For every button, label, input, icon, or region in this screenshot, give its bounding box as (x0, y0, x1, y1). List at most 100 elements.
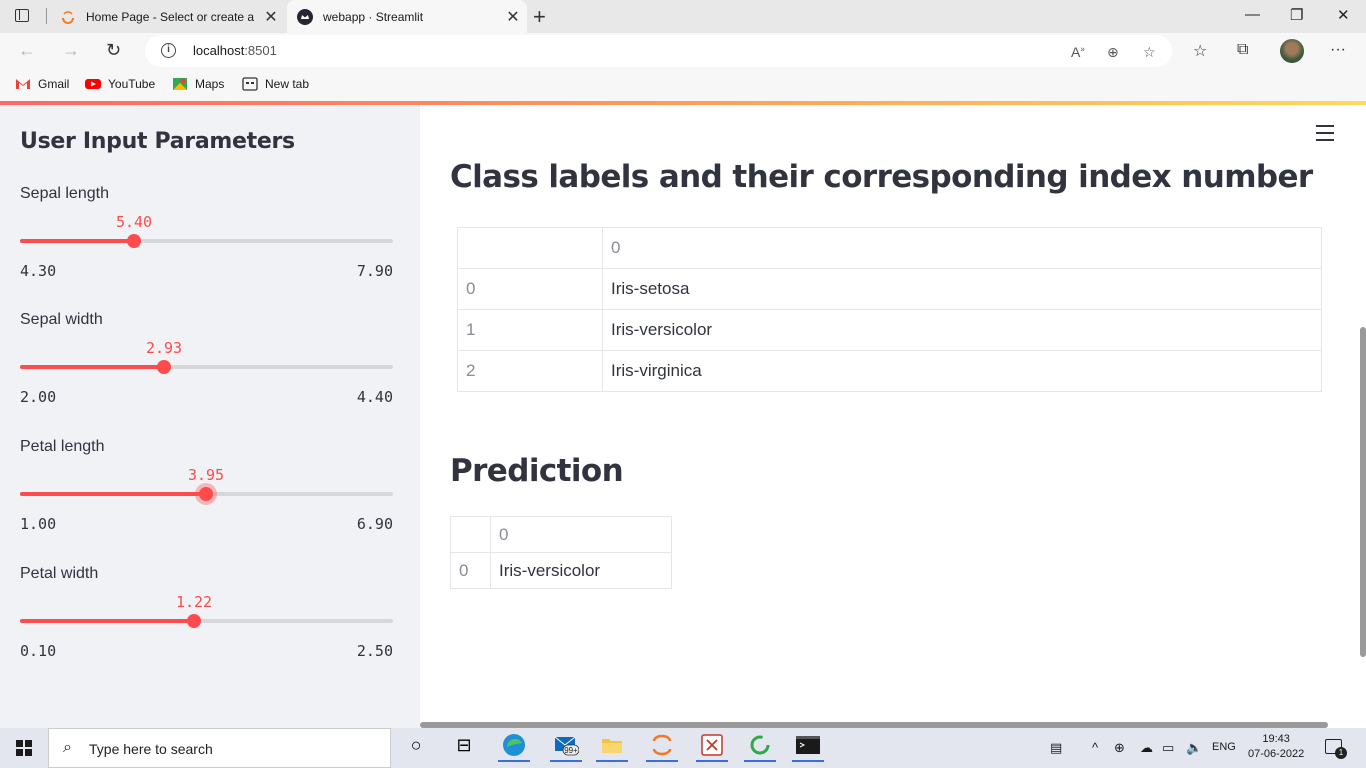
slider-min: 2.00 (20, 388, 57, 406)
clock-date: 07-06-2022 (1248, 748, 1305, 760)
table-cell: Iris-versicolor (490, 552, 672, 589)
slider-sepal-width: Sepal width 2.93 2.00 4.40 (20, 311, 393, 411)
address-bar[interactable]: i localhost:8501 A» ⊕ ☆ (145, 35, 1172, 67)
slider-min: 4.30 (20, 262, 57, 280)
slider-thumb[interactable] (187, 614, 201, 628)
table-cell: Iris-versicolor (602, 309, 1322, 351)
slider-thumb[interactable] (157, 360, 171, 374)
browser-tab-webapp[interactable]: webapp · Streamlit ✕ (287, 0, 527, 33)
streamlit-crown-icon (297, 8, 313, 25)
bookmark-new-tab[interactable]: New tab (242, 77, 309, 91)
language-indicator[interactable]: ENG (1212, 741, 1236, 753)
tab-title: Home Page - Select or create a n (86, 9, 257, 24)
table-cell: Iris-setosa (602, 268, 1322, 310)
slider-fill (20, 619, 194, 623)
slider-fill (20, 239, 134, 243)
system-clock[interactable]: 19:43 07-06-2022 (1248, 732, 1304, 762)
add-favorite-icon[interactable]: ☆ (1143, 44, 1156, 61)
taskbar-search-input[interactable]: ⌕ Type here to search (48, 728, 391, 768)
sidebar-title: User Input Parameters (20, 129, 295, 154)
network-icon[interactable]: ⊕ (1114, 740, 1125, 756)
jupyter-icon[interactable] (642, 728, 682, 762)
slider-thumb[interactable] (127, 234, 141, 248)
onedrive-icon[interactable]: ☁ (1140, 740, 1153, 756)
url-text[interactable]: localhost:8501 (193, 43, 277, 58)
bookmark-gmail[interactable]: Gmail (15, 77, 69, 91)
bookmark-youtube[interactable]: YouTube (85, 77, 155, 91)
table-header-row: 0 (457, 227, 1322, 269)
prediction-heading: Prediction (450, 453, 624, 489)
battery-icon[interactable]: ▭ (1162, 740, 1174, 756)
slider-track[interactable] (20, 614, 393, 628)
restore-icon[interactable]: ❐ (1290, 6, 1303, 24)
notification-count: 1 (1335, 747, 1347, 759)
slider-petal-length: Petal length 3.95 1.00 6.90 (20, 438, 393, 538)
table-row: 2 Iris-virginica (457, 350, 1322, 392)
window-close-icon[interactable]: ✕ (1337, 6, 1350, 24)
clock-time: 19:43 (1262, 733, 1290, 745)
app-green-circle-icon[interactable] (740, 728, 780, 762)
youtube-icon (85, 79, 101, 89)
volume-icon[interactable]: 🔈 (1186, 740, 1202, 756)
tab-close-icon[interactable]: ✕ (499, 7, 527, 27)
terminal-icon[interactable] (788, 728, 828, 762)
slider-petal-width: Petal width 1.22 0.10 2.50 (20, 565, 393, 665)
bookmark-maps[interactable]: Maps (172, 77, 224, 91)
tab-actions-icon[interactable] (14, 8, 32, 24)
edge-browser-icon[interactable] (494, 728, 534, 762)
snipping-tool-icon[interactable] (692, 728, 732, 762)
vertical-scrollbar[interactable] (1360, 327, 1366, 657)
favorites-icon[interactable]: ☆ (1193, 41, 1207, 61)
browser-toolbar: ← → ↻ i localhost:8501 A» ⊕ ☆ ☆ ⧉ ··· (0, 33, 1366, 69)
slider-value: 5.40 (115, 213, 153, 231)
back-icon[interactable]: ← (18, 40, 36, 61)
search-placeholder: Type here to search (89, 741, 213, 757)
site-info-icon[interactable]: i (161, 43, 176, 58)
minimize-icon[interactable]: — (1245, 6, 1260, 23)
table-row: 0 Iris-setosa (457, 268, 1322, 310)
zoom-icon[interactable]: ⊕ (1107, 44, 1119, 61)
sidebar: User Input Parameters Sepal length 5.40 … (0, 105, 420, 728)
refresh-icon[interactable]: ↻ (106, 40, 121, 61)
table-index-cell: 0 (457, 268, 603, 310)
table-row: 1 Iris-versicolor (457, 309, 1322, 351)
tab-close-icon[interactable]: ✕ (257, 7, 285, 27)
slider-min: 1.00 (20, 515, 57, 533)
task-view-icon[interactable]: ⊟ (444, 728, 484, 762)
main-content: Class labels and their corresponding ind… (420, 105, 1366, 728)
slider-track[interactable] (20, 234, 393, 248)
table-header-cell (450, 516, 491, 553)
profile-avatar[interactable] (1280, 39, 1304, 63)
slider-label: Petal length (20, 438, 105, 455)
file-explorer-icon[interactable] (592, 728, 632, 762)
slider-sepal-length: Sepal length 5.40 4.30 7.90 (20, 185, 393, 285)
tab-title: webapp · Streamlit (323, 9, 424, 24)
windows-start-icon[interactable] (16, 740, 32, 756)
notifications-icon[interactable]: 1 (1325, 739, 1347, 759)
table-header-cell: 0 (490, 516, 672, 553)
collections-icon[interactable]: ⧉ (1237, 41, 1248, 59)
slider-fill (20, 365, 164, 369)
slider-value: 1.22 (175, 593, 213, 611)
table-header-row: 0 (450, 516, 672, 553)
new-tab-icon[interactable]: + (533, 4, 546, 30)
hamburger-menu-icon[interactable] (1316, 125, 1334, 141)
browser-tab-home[interactable]: Home Page - Select or create a n ✕ (50, 0, 285, 33)
cortana-icon[interactable]: ○ (396, 728, 436, 762)
news-widget-icon[interactable]: ▤ (1050, 740, 1062, 756)
more-menu-icon[interactable]: ··· (1330, 41, 1346, 59)
slider-label: Sepal width (20, 311, 103, 328)
tray-overflow-icon[interactable]: ^ (1092, 740, 1098, 755)
read-aloud-icon[interactable]: A» (1071, 44, 1085, 60)
slider-track[interactable] (20, 487, 393, 501)
table-index-cell: 1 (457, 309, 603, 351)
slider-thumb[interactable] (199, 487, 213, 501)
mail-icon[interactable]: 99+ (546, 728, 586, 762)
slider-max: 2.50 (356, 642, 393, 660)
slider-track[interactable] (20, 360, 393, 374)
forward-icon[interactable]: → (62, 40, 80, 61)
slider-label: Sepal length (20, 185, 109, 202)
table-header-cell (457, 227, 603, 269)
slider-min: 0.10 (20, 642, 57, 660)
class-labels-heading: Class labels and their corresponding ind… (450, 159, 1313, 195)
